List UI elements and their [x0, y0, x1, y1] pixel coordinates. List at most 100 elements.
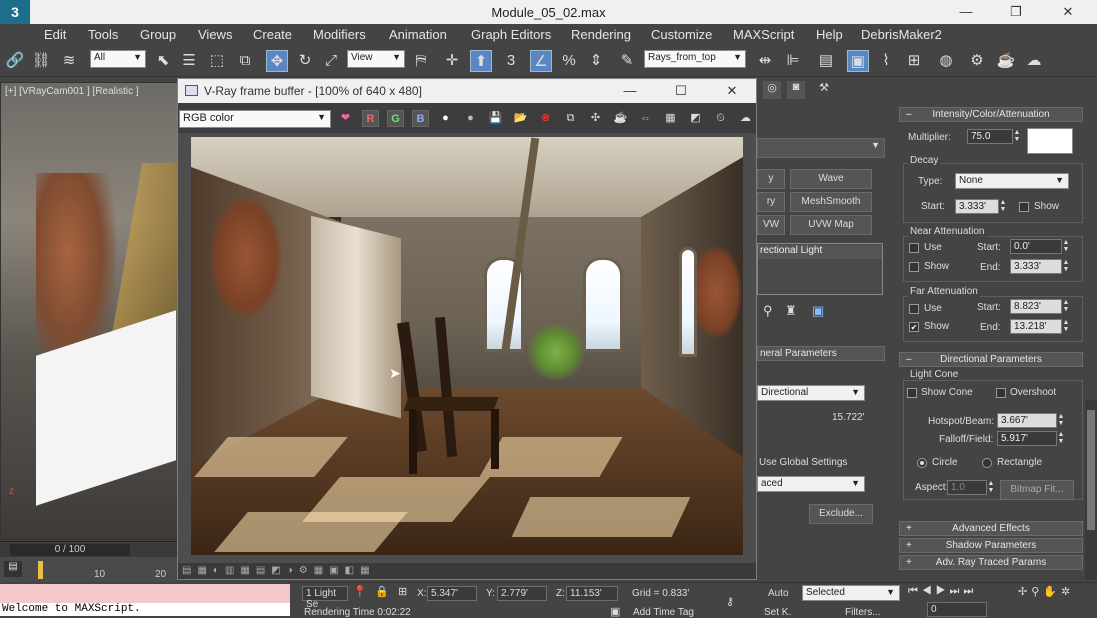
- decay-start-spinner[interactable]: ▲ ▼: [999, 199, 1007, 214]
- mini-curve-editor-icon[interactable]: ▤: [4, 561, 22, 577]
- mirror-icon[interactable]: ⇹: [754, 50, 776, 72]
- menu-group[interactable]: Group: [140, 27, 176, 42]
- near-start-spinner[interactable]: ▲ ▼: [1062, 239, 1070, 254]
- menu-edit[interactable]: Edit: [44, 27, 66, 42]
- unlink-icon[interactable]: ⛓: [30, 50, 52, 72]
- named-selection-dropdown[interactable]: Rays_from_top ▼: [644, 50, 746, 68]
- select-by-name-icon[interactable]: ☰: [178, 50, 200, 72]
- modifier-button[interactable]: y: [757, 169, 785, 189]
- color-corrections-icon[interactable]: ◩: [687, 110, 704, 127]
- save-image-icon[interactable]: 💾: [487, 110, 504, 127]
- decay-start-field[interactable]: 3.333': [955, 199, 999, 214]
- schematic-view-icon[interactable]: ⊞: [903, 50, 925, 72]
- display-icon[interactable]: ◎: [763, 81, 781, 99]
- hotspot-field[interactable]: 3.667': [997, 413, 1057, 428]
- close-button[interactable]: ✕: [1045, 0, 1091, 24]
- red-channel-button[interactable]: R: [362, 110, 379, 127]
- scene-explorer-icon[interactable]: ▣: [847, 50, 869, 72]
- light-color-swatch[interactable]: [1027, 128, 1073, 154]
- viewport-label[interactable]: [+] [VRayCam001 ] [Realistic ]: [5, 86, 139, 97]
- menu-animation[interactable]: Animation: [389, 27, 447, 42]
- z-coordinate-field[interactable]: 11.153': [566, 586, 618, 601]
- load-image-icon[interactable]: 📂: [512, 110, 529, 127]
- rendered-image[interactable]: ➤: [191, 137, 743, 555]
- exclude-button[interactable]: Exclude...: [809, 504, 873, 524]
- listener-output[interactable]: Welcome to MAXScript.: [0, 603, 290, 616]
- viewport-navigation-icons[interactable]: ✢⚲✋✲: [1018, 585, 1074, 598]
- bind-spacewarp-icon[interactable]: ≋: [58, 50, 80, 72]
- blue-channel-button[interactable]: B: [412, 110, 429, 127]
- percent-snap-icon[interactable]: %: [558, 50, 580, 72]
- link-icon[interactable]: 🔗: [4, 50, 26, 72]
- rendered-frame-window-icon[interactable]: ☕: [995, 50, 1017, 72]
- render-production-icon[interactable]: ☁: [1023, 50, 1045, 72]
- green-channel-button[interactable]: G: [387, 110, 404, 127]
- adv-ray-traced-rollout[interactable]: + Adv. Ray Traced Params: [899, 555, 1083, 570]
- mono-channel-icon[interactable]: ●: [462, 110, 479, 127]
- menu-create[interactable]: Create: [253, 27, 292, 42]
- intensity-rollout[interactable]: – Intensity/Color/Attenuation: [899, 107, 1083, 122]
- stamp-icon[interactable]: ⏲: [712, 110, 729, 127]
- window-crossing-icon[interactable]: ⧉: [234, 50, 256, 72]
- pivot-center-icon[interactable]: ⛿: [410, 50, 432, 72]
- time-slider[interactable]: 0 / 100: [0, 541, 178, 557]
- time-marker[interactable]: [38, 561, 43, 579]
- layer-manager-icon[interactable]: ▤: [815, 50, 837, 72]
- track-bar[interactable]: ▤ 10 20: [0, 557, 178, 582]
- far-start-field[interactable]: 8.823': [1010, 299, 1062, 314]
- add-time-tag[interactable]: Add Time Tag: [633, 607, 694, 618]
- vfb-close-button[interactable]: ✕: [717, 81, 747, 101]
- shadow-parameters-rollout[interactable]: + Shadow Parameters: [899, 538, 1083, 553]
- aspect-spinner[interactable]: ▲ ▼: [987, 480, 995, 495]
- maxscript-listener[interactable]: Welcome to MAXScript.: [0, 584, 290, 616]
- near-start-field[interactable]: 0.0': [1010, 239, 1062, 254]
- selection-filter-dropdown[interactable]: All ▼: [90, 50, 146, 68]
- clear-image-icon[interactable]: ⊗: [537, 110, 554, 127]
- shadow-type-dropdown[interactable]: aced ▼: [757, 476, 865, 492]
- material-editor-icon[interactable]: ◍: [935, 50, 957, 72]
- select-manipulate-icon[interactable]: ✛: [441, 50, 463, 72]
- decay-show-checkbox[interactable]: [1019, 202, 1029, 212]
- modifier-button[interactable]: VW: [757, 215, 785, 235]
- modifier-stack[interactable]: rectional Light: [757, 243, 883, 295]
- advanced-effects-rollout[interactable]: + Advanced Effects: [899, 521, 1083, 536]
- general-parameters-rollout[interactable]: neral Parameters: [757, 346, 885, 361]
- configure-sets-icon[interactable]: ▣: [812, 303, 824, 319]
- far-end-spinner[interactable]: ▲ ▼: [1062, 319, 1070, 334]
- pin-icon[interactable]: 📍: [353, 585, 367, 598]
- use-global-settings-label[interactable]: Use Global Settings: [759, 457, 847, 468]
- light-type-dropdown[interactable]: Directional ▼: [757, 385, 865, 401]
- near-end-field[interactable]: 3.333': [1010, 259, 1062, 274]
- rectangle-radio[interactable]: [982, 458, 992, 468]
- hammer-icon[interactable]: ⚒: [815, 81, 833, 99]
- rect-selection-icon[interactable]: ⬚: [206, 50, 228, 72]
- render-icon[interactable]: ☁: [737, 110, 754, 127]
- far-show-checkbox[interactable]: ✔: [909, 322, 919, 332]
- menu-debrismaker[interactable]: DebrisMaker2: [861, 27, 942, 42]
- multiplier-field[interactable]: 75.0: [967, 129, 1013, 144]
- menu-modifiers[interactable]: Modifiers: [313, 27, 366, 42]
- scrollbar-thumb[interactable]: [1087, 410, 1095, 530]
- bitmap-fit-button[interactable]: Bitmap Fit...: [1000, 480, 1074, 500]
- near-end-spinner[interactable]: ▲ ▼: [1062, 259, 1070, 274]
- menu-help[interactable]: Help: [816, 27, 843, 42]
- modifier-list-dropdown[interactable]: ▼: [757, 138, 885, 158]
- near-show-checkbox[interactable]: [909, 262, 919, 272]
- reference-coordinate-dropdown[interactable]: View ▼: [347, 50, 405, 68]
- uvw-map-button[interactable]: UVW Map: [790, 215, 872, 235]
- alpha-channel-icon[interactable]: ●: [437, 110, 454, 127]
- duplicate-to-max-icon[interactable]: ⧉: [562, 110, 579, 127]
- rotate-icon[interactable]: ↻: [294, 50, 316, 72]
- restore-button[interactable]: ❐: [993, 0, 1039, 24]
- playback-controls[interactable]: ⏮◀▶⏭⏭: [908, 585, 977, 598]
- minimize-button[interactable]: —: [943, 0, 989, 24]
- spinner-snap-icon[interactable]: ⇕: [585, 50, 607, 72]
- snap-toggle-icon[interactable]: 3: [500, 50, 522, 72]
- curve-editor-icon[interactable]: ⌇: [875, 50, 897, 72]
- region-render-icon[interactable]: ☕: [612, 110, 629, 127]
- far-end-field[interactable]: 13.218': [1010, 319, 1062, 334]
- near-use-checkbox[interactable]: [909, 243, 919, 253]
- auto-key-button[interactable]: Auto: [768, 588, 789, 599]
- move-icon[interactable]: ✥: [266, 50, 288, 72]
- menu-maxscript[interactable]: MAXScript: [733, 27, 794, 42]
